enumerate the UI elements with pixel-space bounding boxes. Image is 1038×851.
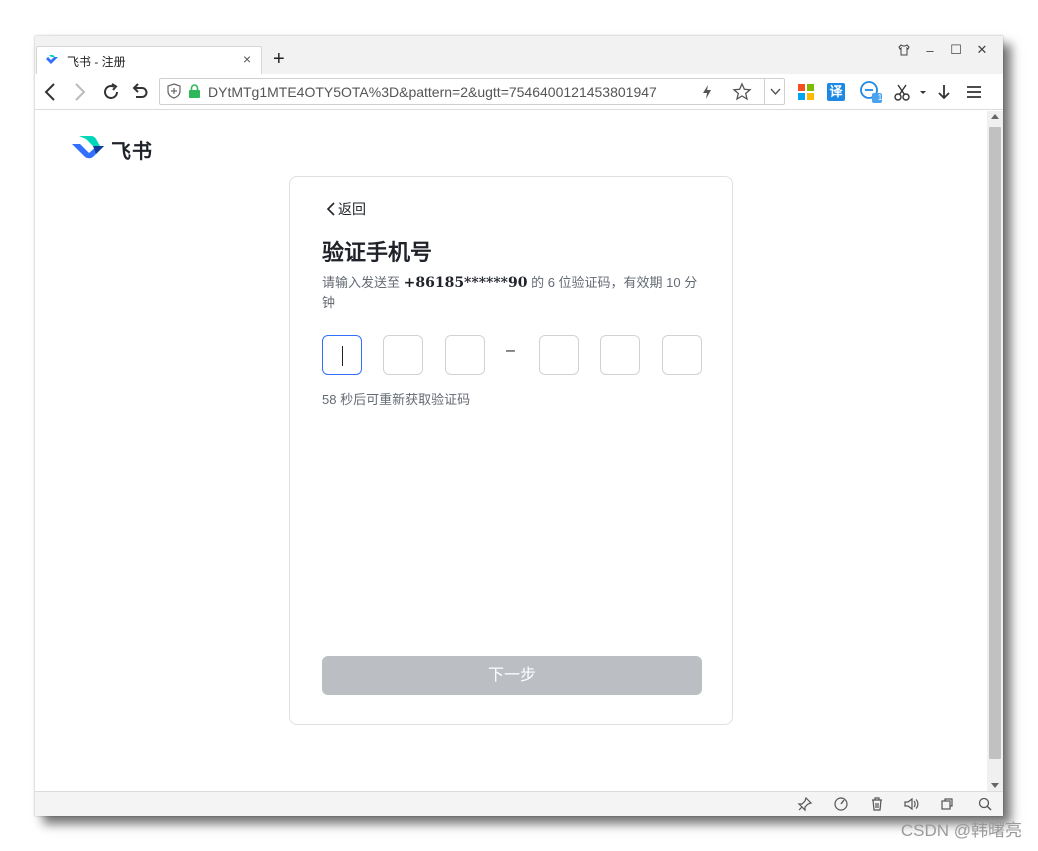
csdn-watermark: CSDN @韩曙亮 <box>900 821 1022 840</box>
code-input-4[interactable] <box>539 335 579 375</box>
scroll-up-icon[interactable] <box>991 113 999 119</box>
lightning-icon[interactable] <box>702 84 712 100</box>
shield-icon[interactable] <box>166 83 182 99</box>
new-tab-button[interactable]: + <box>273 46 285 72</box>
tab-strip: 飞书 - 注册 × + – ☐ ✕ <box>35 36 1003 74</box>
zoom-search-icon[interactable] <box>977 796 993 812</box>
browser-window: 飞书 - 注册 × + – ☐ ✕ ​DYtMTg1MTE4OTY5OTA%3D… <box>35 36 1003 816</box>
scroll-down-icon[interactable] <box>991 783 999 789</box>
translate-label: 译 <box>829 84 843 99</box>
tab-close-icon[interactable]: × <box>243 51 251 67</box>
verify-description: 请输入发送至 +86185******90 的 6 位验证码，有效期 10 分钟 <box>322 273 702 313</box>
vertical-scrollbar[interactable] <box>987 111 1003 791</box>
code-input-5[interactable] <box>600 335 640 375</box>
code-input-3[interactable] <box>445 335 485 375</box>
masked-phone: +86185******90 <box>403 275 528 291</box>
trash-icon[interactable] <box>869 796 885 812</box>
speed-icon[interactable] <box>833 796 849 812</box>
logo-text: 飞书 <box>111 141 153 163</box>
address-url: ​DYtMTg1MTE4OTY5OTA%3D&pattern=2&ugtt=75… <box>208 84 657 100</box>
apps-grid-icon[interactable] <box>797 83 815 101</box>
tab-title: 飞书 - 注册 <box>67 55 126 69</box>
text-caret <box>342 346 343 366</box>
next-step-button[interactable]: 下一步 <box>322 656 702 695</box>
scissors-icon[interactable] <box>893 83 911 101</box>
menu-icon[interactable] <box>965 83 983 101</box>
scissors-dropdown-icon[interactable] <box>919 83 927 101</box>
close-window-icon[interactable]: ✕ <box>975 42 989 58</box>
code-input-6[interactable] <box>662 335 702 375</box>
feishu-logo-icon <box>72 136 104 159</box>
scrollbar-thumb[interactable] <box>989 127 1001 759</box>
address-dropdown-button[interactable] <box>764 79 785 104</box>
window-restore-icon[interactable] <box>939 796 955 812</box>
chevron-down-icon <box>769 88 781 96</box>
translate-icon[interactable]: 译 <box>827 83 845 101</box>
back-link[interactable]: 返回 <box>326 199 366 219</box>
download-icon[interactable] <box>935 83 953 101</box>
chevron-left-icon <box>326 202 335 216</box>
page-title: 验证手机号 <box>322 240 433 265</box>
skin-icon[interactable] <box>897 43 911 57</box>
browser-status-bar <box>35 791 1003 816</box>
code-input-2[interactable] <box>383 335 423 375</box>
tab-feishu-register[interactable]: 飞书 - 注册 × <box>36 46 262 74</box>
zoom-badge-count: 1 <box>877 93 883 102</box>
code-input-1[interactable] <box>322 335 362 375</box>
speaker-icon[interactable] <box>903 796 919 812</box>
star-bookmark-icon[interactable] <box>732 82 752 102</box>
forward-arrow-icon[interactable] <box>73 82 87 102</box>
resend-countdown: 58 秒后可重新获取验证码 <box>322 392 471 407</box>
window-controls: – ☐ ✕ <box>897 42 989 58</box>
maximize-icon[interactable]: ☐ <box>949 42 963 58</box>
minimize-icon[interactable]: – <box>923 43 937 58</box>
screenshot-stage: 飞书 - 注册 × + – ☐ ✕ ​DYtMTg1MTE4OTY5OTA%3D… <box>0 0 1038 851</box>
feishu-favicon-icon <box>46 55 58 64</box>
pin-icon[interactable] <box>797 796 813 812</box>
browser-toolbar: ​DYtMTg1MTE4OTY5OTA%3D&pattern=2&ugtt=75… <box>35 74 1003 110</box>
reload-icon[interactable] <box>101 82 121 102</box>
address-bar[interactable]: ​DYtMTg1MTE4OTY5OTA%3D&pattern=2&ugtt=75… <box>159 78 785 105</box>
page-content: 飞书 返回 验证手机号 请输入发送至 +86185******90 的 6 位验… <box>35 111 987 791</box>
back-arrow-icon[interactable] <box>43 82 57 102</box>
back-label: 返回 <box>338 201 366 217</box>
code-separator: – <box>506 342 515 359</box>
desc-prefix: 请输入发送至 <box>322 275 404 290</box>
undo-close-icon[interactable] <box>129 82 149 102</box>
lock-icon <box>189 84 200 98</box>
verify-card: 返回 验证手机号 请输入发送至 +86185******90 的 6 位验证码，… <box>289 176 733 725</box>
